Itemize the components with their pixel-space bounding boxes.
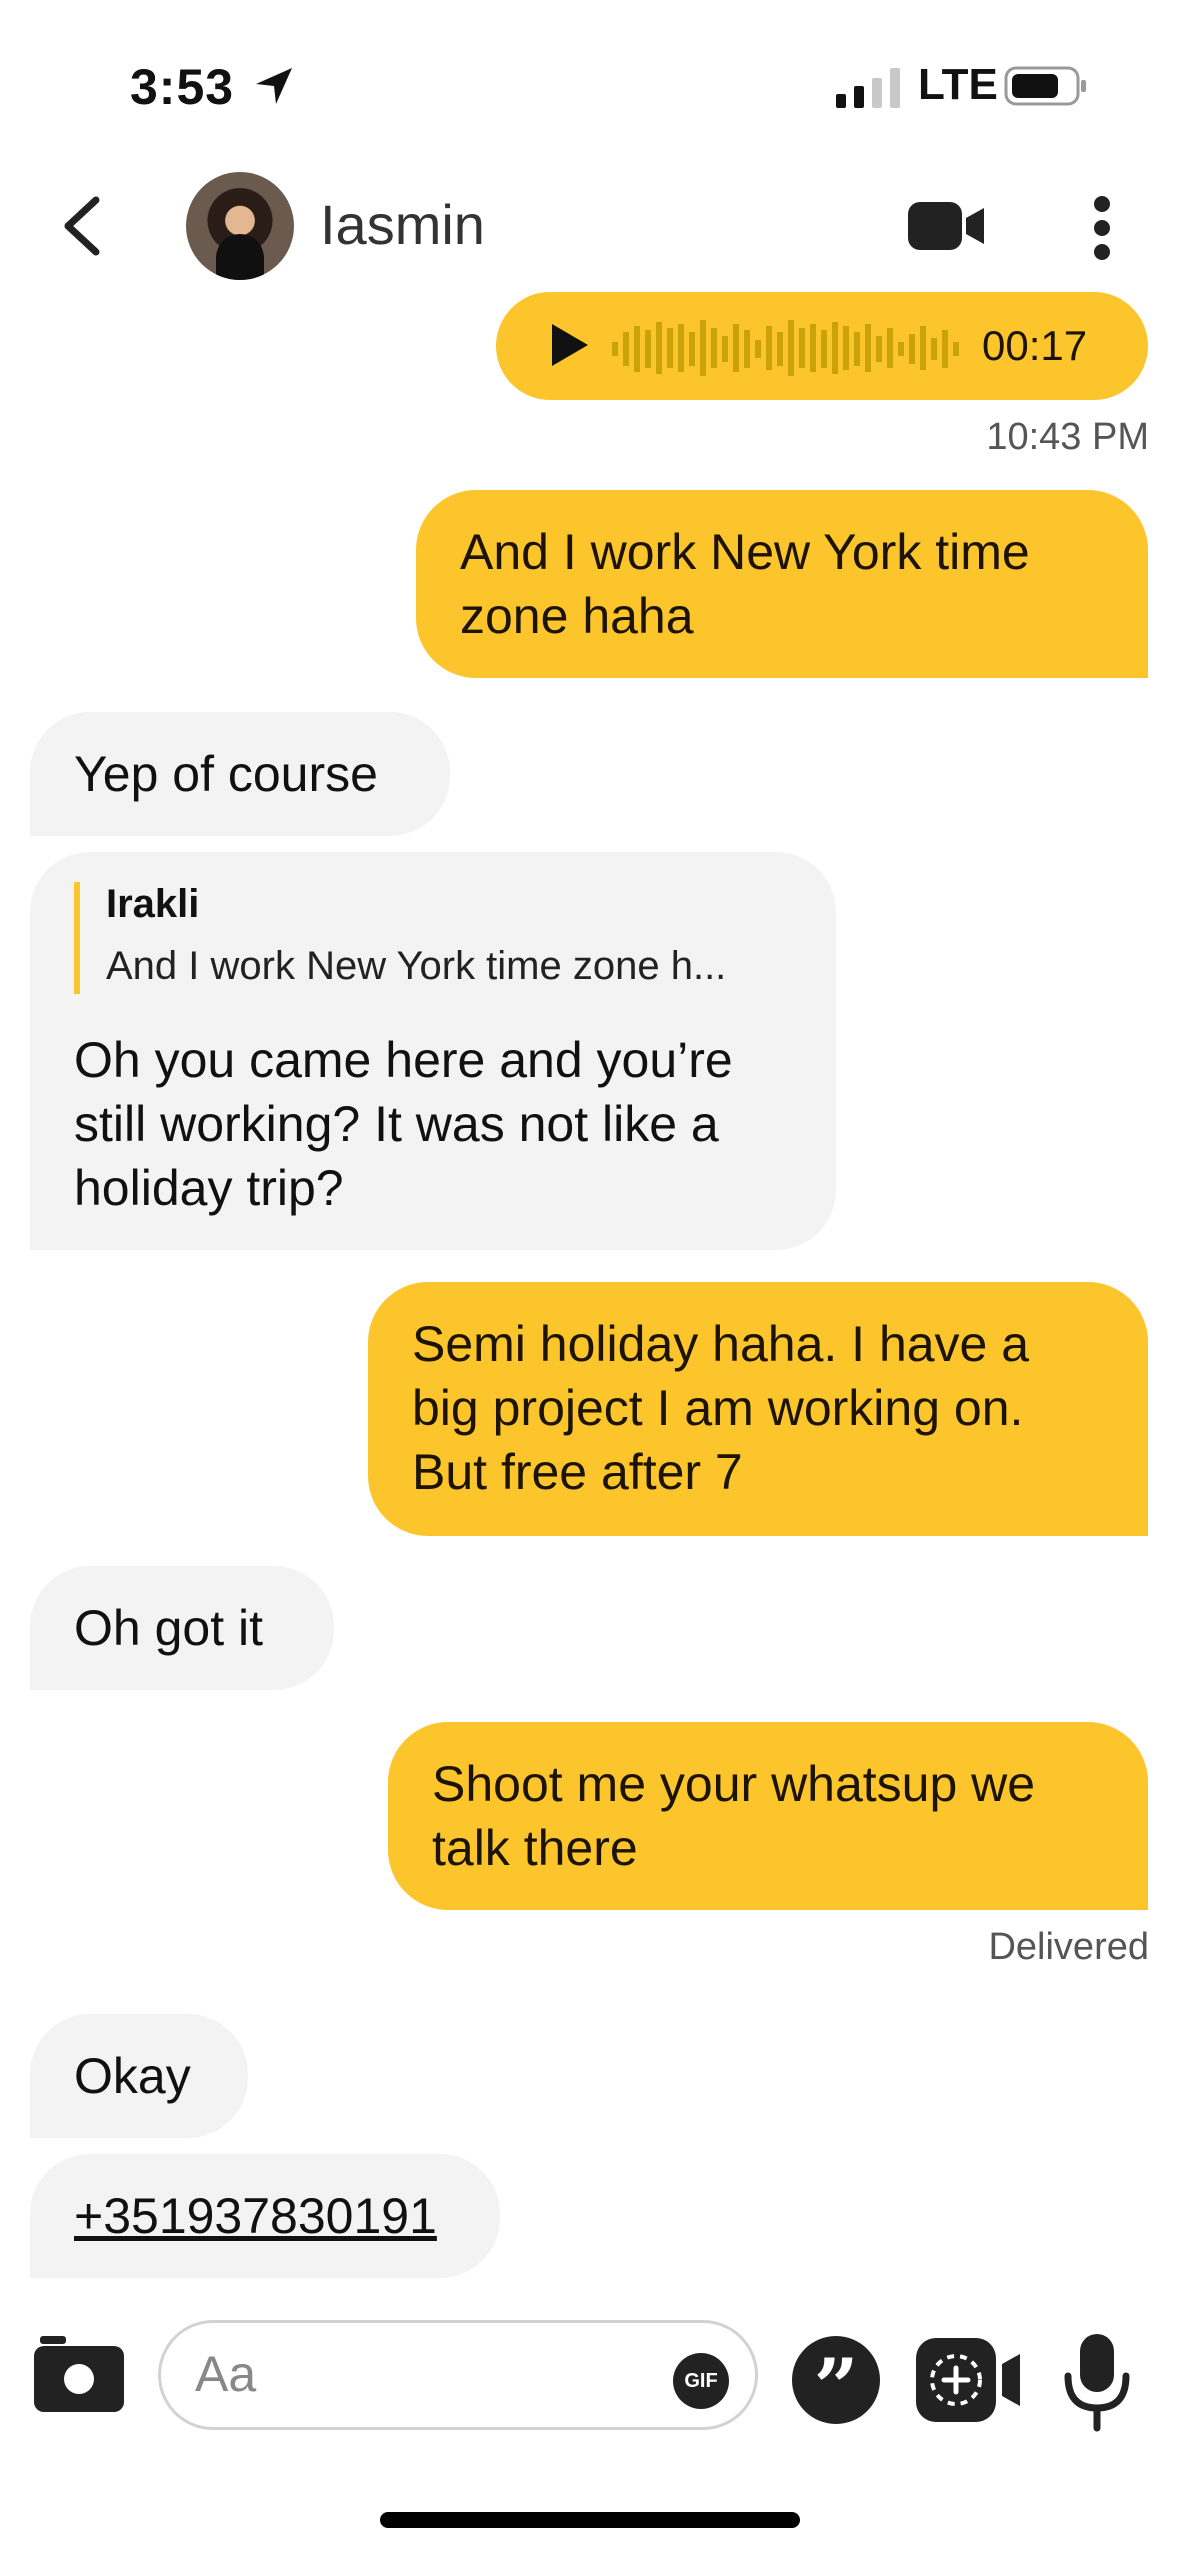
- gif-button[interactable]: GIF: [673, 2353, 729, 2409]
- quoted-text: And I work New York time zone h...: [106, 944, 727, 988]
- audio-waveform: [612, 320, 959, 376]
- status-time: 3:53: [130, 59, 235, 115]
- camera-icon[interactable]: [34, 2336, 124, 2412]
- phone-number-link[interactable]: +351937830191: [30, 2154, 500, 2278]
- incoming-reply-message[interactable]: Irakli And I work New York time zone h..…: [30, 852, 836, 1250]
- outgoing-message[interactable]: And I work New York time zone haha: [416, 490, 1148, 678]
- delivery-status: Delivered: [988, 1926, 1149, 1968]
- quoted-author: Irakli: [106, 882, 200, 926]
- incoming-message[interactable]: Okay: [30, 2014, 248, 2138]
- outgoing-message[interactable]: Semi holiday haha. I have a big project …: [368, 1282, 1148, 1536]
- reply-body: Oh you came here and you’re still workin…: [74, 1032, 733, 1216]
- message-input[interactable]: Aa GIF: [158, 2320, 758, 2430]
- microphone-icon[interactable]: [1060, 2332, 1134, 2432]
- contact-name[interactable]: Iasmin: [320, 192, 485, 257]
- signal-icon: [836, 68, 900, 108]
- message-timestamp: 10:43 PM: [986, 416, 1149, 458]
- home-indicator[interactable]: [380, 2512, 800, 2528]
- video-note-icon[interactable]: [914, 2334, 1024, 2426]
- avatar[interactable]: [186, 172, 294, 280]
- voice-message[interactable]: 00:17: [496, 292, 1148, 400]
- network-type: LTE: [918, 60, 998, 109]
- video-call-icon[interactable]: [908, 198, 988, 254]
- battery-icon: [1004, 66, 1086, 106]
- back-chevron-icon[interactable]: [58, 194, 108, 258]
- play-icon[interactable]: [550, 322, 590, 368]
- voice-duration: 00:17: [982, 322, 1088, 369]
- incoming-message[interactable]: Oh got it: [30, 1566, 334, 1690]
- message-placeholder: Aa: [195, 2346, 257, 2402]
- location-arrow-icon: [256, 68, 292, 104]
- quote-icon: ”: [813, 2342, 859, 2433]
- more-options-icon[interactable]: [1090, 194, 1114, 262]
- incoming-message[interactable]: Yep of course: [30, 712, 450, 836]
- opening-lines-button[interactable]: ”: [792, 2336, 880, 2433]
- quote-bar: [74, 882, 80, 994]
- outgoing-message[interactable]: Shoot me your whatsup we talk there: [388, 1722, 1148, 1910]
